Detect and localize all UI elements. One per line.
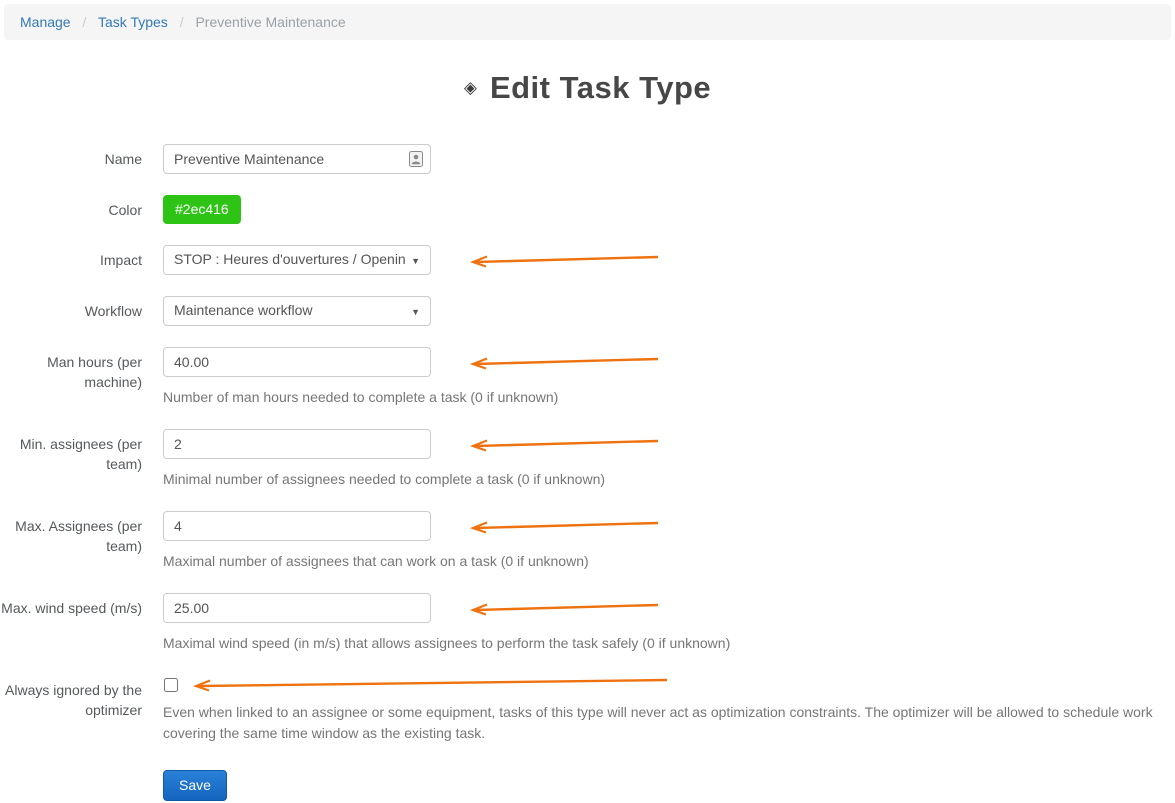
form-row-impact: Impact STOP : Heures d'ouvertures / Open… xyxy=(0,245,1175,275)
form-row-color: Color #2ec416 xyxy=(0,195,1175,224)
form-row-min-assignees: Min. assignees (per team) Minimal number… xyxy=(0,429,1175,490)
form-row-workflow: Workflow Maintenance workflow ▼ xyxy=(0,296,1175,326)
always-ignored-help: Even when linked to an assignee or some … xyxy=(163,702,1175,744)
name-label: Name xyxy=(0,144,142,169)
color-swatch[interactable]: #2ec416 xyxy=(163,195,241,224)
annotation-arrow xyxy=(187,676,669,692)
max-wind-speed-input[interactable] xyxy=(163,593,431,623)
impact-select-value: STOP : Heures d'ouvertures / Openin xyxy=(174,251,406,267)
breadcrumb-link-task-types[interactable]: Task Types xyxy=(98,14,168,30)
max-wind-speed-label: Max. wind speed (m/s) xyxy=(0,593,142,618)
breadcrumb-current: Preventive Maintenance xyxy=(195,14,345,30)
breadcrumb-separator: / xyxy=(82,14,86,30)
name-input[interactable] xyxy=(163,144,431,174)
form-row-man-hours: Man hours (per machine) Number of man ho… xyxy=(0,347,1175,408)
autofill-contact-icon[interactable] xyxy=(409,151,423,167)
impact-select[interactable]: STOP : Heures d'ouvertures / Openin ▼ xyxy=(163,245,431,275)
always-ignored-checkbox[interactable] xyxy=(164,678,178,692)
impact-label: Impact xyxy=(0,245,142,270)
annotation-arrow xyxy=(464,518,660,534)
annotation-arrow xyxy=(464,436,660,452)
man-hours-help: Number of man hours needed to complete a… xyxy=(163,387,1175,408)
min-assignees-help: Minimal number of assignees needed to co… xyxy=(163,469,1175,490)
form-row-save: Save xyxy=(0,770,1175,801)
min-assignees-label: Min. assignees (per team) xyxy=(0,429,142,475)
workflow-select-value: Maintenance workflow xyxy=(174,302,313,318)
annotation-arrow xyxy=(464,354,660,370)
man-hours-input[interactable] xyxy=(163,347,431,377)
workflow-label: Workflow xyxy=(0,296,142,321)
breadcrumb-separator: / xyxy=(180,14,184,30)
form-row-name: Name xyxy=(0,144,1175,174)
form-row-max-assignees: Max. Assignees (per team) Maximal number… xyxy=(0,511,1175,572)
caret-down-icon: ▼ xyxy=(411,307,420,317)
edit-task-type-form: Name Color #2ec416 Impact STOP : Heures … xyxy=(0,144,1175,801)
breadcrumb: Manage / Task Types / Preventive Mainten… xyxy=(4,4,1171,40)
page-header: ◈ Edit Task Type xyxy=(0,70,1175,106)
save-button[interactable]: Save xyxy=(163,770,227,801)
min-assignees-input[interactable] xyxy=(163,429,431,459)
workflow-select[interactable]: Maintenance workflow ▼ xyxy=(163,296,431,326)
diamond-target-icon: ◈ xyxy=(464,78,477,97)
always-ignored-label: Always ignored by the optimizer xyxy=(0,675,142,721)
form-row-max-wind-speed: Max. wind speed (m/s) Maximal wind speed… xyxy=(0,593,1175,654)
annotation-arrow xyxy=(464,252,660,268)
annotation-arrow xyxy=(464,600,660,616)
form-row-always-ignored: Always ignored by the optimizer Even whe… xyxy=(0,675,1175,744)
color-label: Color xyxy=(0,195,142,220)
caret-down-icon: ▼ xyxy=(411,256,420,266)
max-assignees-input[interactable] xyxy=(163,511,431,541)
breadcrumb-link-manage[interactable]: Manage xyxy=(20,14,71,30)
page-title: Edit Task Type xyxy=(490,70,711,105)
max-assignees-label: Max. Assignees (per team) xyxy=(0,511,142,557)
max-wind-speed-help: Maximal wind speed (in m/s) that allows … xyxy=(163,633,1175,654)
man-hours-label: Man hours (per machine) xyxy=(0,347,142,393)
max-assignees-help: Maximal number of assignees that can wor… xyxy=(163,551,1175,572)
